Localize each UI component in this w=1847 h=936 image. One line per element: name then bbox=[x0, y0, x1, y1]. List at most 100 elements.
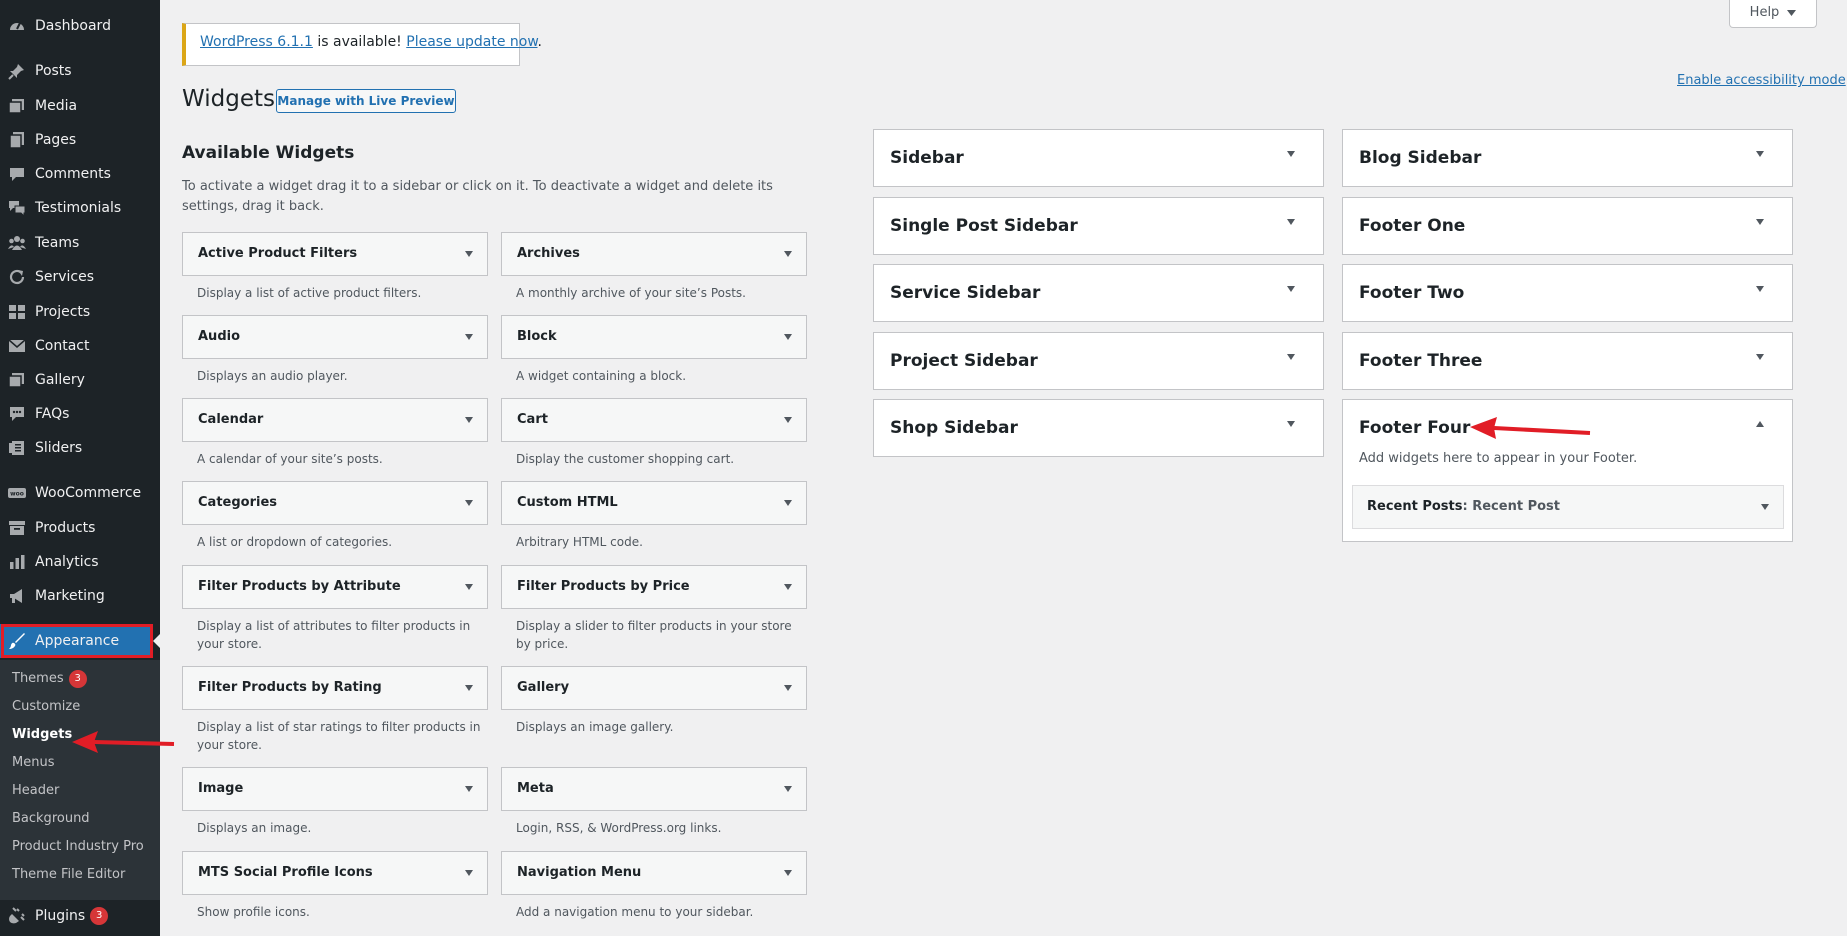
caret-up-icon[interactable] bbox=[1756, 421, 1764, 427]
caret-down-icon[interactable] bbox=[784, 417, 792, 423]
sidebar-shop-sidebar[interactable]: Shop Sidebar bbox=[873, 399, 1324, 457]
submenu-item-header[interactable]: Header bbox=[12, 782, 59, 800]
widget-block[interactable]: Block bbox=[501, 315, 807, 359]
menu-item-comments[interactable]: Comments bbox=[0, 157, 160, 191]
caret-down-icon[interactable] bbox=[1287, 219, 1295, 225]
widget-description: Login, RSS, & WordPress.org links. bbox=[516, 821, 722, 835]
sidebar-service-sidebar[interactable]: Service Sidebar bbox=[873, 264, 1324, 322]
caret-down-icon[interactable] bbox=[784, 251, 792, 257]
wordpress-version-link[interactable]: WordPress 6.1.1 bbox=[200, 34, 313, 50]
widget-mts-social-profile-icons[interactable]: MTS Social Profile Icons bbox=[182, 851, 488, 895]
menu-item-label: Pages bbox=[35, 132, 77, 148]
caret-down-icon[interactable] bbox=[465, 685, 473, 691]
widget-description: Display a list of active product filters… bbox=[197, 286, 422, 300]
sidebar-footer-three[interactable]: Footer Three bbox=[1342, 332, 1793, 390]
submenu-item-label: Background bbox=[12, 811, 90, 826]
menu-item-marketing[interactable]: Marketing bbox=[0, 579, 160, 613]
widget-title: Categories bbox=[198, 495, 278, 510]
caret-down-icon[interactable] bbox=[784, 870, 792, 876]
menu-item-sliders[interactable]: Sliders bbox=[0, 431, 160, 465]
caret-down-icon[interactable] bbox=[465, 786, 473, 792]
widget-image[interactable]: Image bbox=[182, 767, 488, 811]
help-button[interactable]: Help bbox=[1729, 0, 1817, 28]
menu-item-gallery[interactable]: Gallery bbox=[0, 363, 160, 397]
widget-filter-products-by-attribute[interactable]: Filter Products by Attribute bbox=[182, 565, 488, 609]
caret-down-icon[interactable] bbox=[1756, 286, 1764, 292]
submenu-item-background[interactable]: Background bbox=[12, 810, 90, 828]
caret-down-icon[interactable] bbox=[465, 584, 473, 590]
menu-item-pages[interactable]: Pages bbox=[0, 123, 160, 157]
submenu-item-theme-file-editor[interactable]: Theme File Editor bbox=[12, 866, 125, 884]
submenu-item-themes[interactable]: Themes 3 bbox=[12, 670, 87, 688]
comment-icon bbox=[8, 165, 26, 183]
caret-down-icon[interactable] bbox=[1287, 151, 1295, 157]
submenu-item-customize[interactable]: Customize bbox=[12, 698, 80, 716]
menu-item-contact[interactable]: Contact bbox=[0, 329, 160, 363]
notice-end: . bbox=[537, 34, 542, 50]
pin-icon bbox=[8, 62, 26, 80]
widget-audio[interactable]: Audio bbox=[182, 315, 488, 359]
widget-cart[interactable]: Cart bbox=[501, 398, 807, 442]
widget-filter-products-by-rating[interactable]: Filter Products by Rating bbox=[182, 666, 488, 710]
caret-down-icon[interactable] bbox=[1756, 219, 1764, 225]
widget-gallery[interactable]: Gallery bbox=[501, 666, 807, 710]
menu-item-dashboard[interactable]: Dashboard bbox=[0, 9, 160, 43]
menu-item-projects[interactable]: Projects bbox=[0, 295, 160, 329]
svg-text:woo: woo bbox=[10, 491, 24, 498]
caret-down-icon[interactable] bbox=[465, 334, 473, 340]
caret-down-icon[interactable] bbox=[784, 500, 792, 506]
plugins-label: Plugins bbox=[35, 908, 86, 924]
caret-down-icon[interactable] bbox=[1761, 504, 1769, 510]
widget-custom-html[interactable]: Custom HTML bbox=[501, 481, 807, 525]
menu-item-teams[interactable]: Teams bbox=[0, 226, 160, 260]
sidebar-footer-one[interactable]: Footer One bbox=[1342, 197, 1793, 255]
manage-live-preview-button[interactable]: Manage with Live Preview bbox=[276, 89, 456, 113]
submenu-item-widgets[interactable]: Widgets bbox=[12, 726, 72, 744]
sidebar-title: Service Sidebar bbox=[890, 283, 1041, 303]
widget-categories[interactable]: Categories bbox=[182, 481, 488, 525]
widget-description: Display a list of star ratings to filter… bbox=[197, 720, 481, 752]
accessibility-mode-link[interactable]: Enable accessibility mode bbox=[1677, 73, 1846, 88]
caret-down-icon[interactable] bbox=[465, 500, 473, 506]
menu-item-services[interactable]: Services bbox=[0, 260, 160, 294]
widget-calendar[interactable]: Calendar bbox=[182, 398, 488, 442]
widget-title: Navigation Menu bbox=[517, 865, 642, 880]
menu-item-testimonials[interactable]: Testimonials bbox=[0, 191, 160, 225]
menu-item-products[interactable]: Products bbox=[0, 511, 160, 545]
caret-down-icon[interactable] bbox=[1287, 421, 1295, 427]
caret-down-icon[interactable] bbox=[784, 786, 792, 792]
sidebar-blog-sidebar[interactable]: Blog Sidebar bbox=[1342, 129, 1793, 187]
caret-down-icon[interactable] bbox=[1287, 354, 1295, 360]
appearance-submenu: Themes 3 Customize Widgets Menus Header B… bbox=[0, 660, 160, 900]
sidebar-single-post-sidebar[interactable]: Single Post Sidebar bbox=[873, 197, 1324, 255]
sidebar-project-sidebar[interactable]: Project Sidebar bbox=[873, 332, 1324, 390]
widget-filter-products-by-price[interactable]: Filter Products by Price bbox=[501, 565, 807, 609]
menu-item-media[interactable]: Media bbox=[0, 89, 160, 123]
widget-recent-posts[interactable]: Recent Posts: Recent Post bbox=[1352, 485, 1784, 529]
update-now-link[interactable]: Please update now bbox=[406, 34, 537, 50]
widget-description: A widget containing a block. bbox=[516, 369, 687, 383]
caret-down-icon[interactable] bbox=[784, 685, 792, 691]
caret-down-icon[interactable] bbox=[1756, 151, 1764, 157]
widget-archives[interactable]: Archives bbox=[501, 232, 807, 276]
caret-down-icon[interactable] bbox=[1287, 286, 1295, 292]
menu-item-analytics[interactable]: Analytics bbox=[0, 545, 160, 579]
caret-down-icon[interactable] bbox=[1756, 354, 1764, 360]
caret-down-icon[interactable] bbox=[465, 870, 473, 876]
menu-item-label: Testimonials bbox=[35, 200, 122, 216]
widget-navigation-menu[interactable]: Navigation Menu bbox=[501, 851, 807, 895]
menu-item-plugins[interactable]: Plugins 3 bbox=[0, 899, 160, 933]
menu-item-faqs[interactable]: FAQs bbox=[0, 397, 160, 431]
submenu-item-menus[interactable]: Menus bbox=[12, 754, 54, 772]
widget-active-product-filters[interactable]: Active Product Filters bbox=[182, 232, 488, 276]
submenu-item-product-industry-pro[interactable]: Product Industry Pro bbox=[12, 838, 144, 856]
widget-meta[interactable]: Meta bbox=[501, 767, 807, 811]
caret-down-icon[interactable] bbox=[465, 417, 473, 423]
caret-down-icon[interactable] bbox=[784, 334, 792, 340]
caret-down-icon[interactable] bbox=[784, 584, 792, 590]
caret-down-icon[interactable] bbox=[465, 251, 473, 257]
menu-item-posts[interactable]: Posts bbox=[0, 54, 160, 88]
menu-item-woocommerce[interactable]: woo WooCommerce bbox=[0, 476, 160, 510]
sidebar-footer-two[interactable]: Footer Two bbox=[1342, 264, 1793, 322]
sidebar-sidebar[interactable]: Sidebar bbox=[873, 129, 1324, 187]
